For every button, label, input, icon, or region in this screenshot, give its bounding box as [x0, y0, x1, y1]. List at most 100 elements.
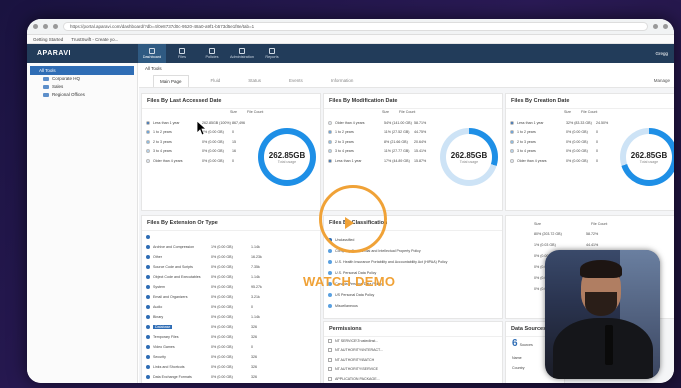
legend-row[interactable]: 2 to 3 years 0% (0.00 GB) 0: [510, 137, 620, 147]
presenter-body: [553, 318, 653, 379]
tab-events[interactable]: Events: [283, 75, 309, 86]
manage-button[interactable]: Manage: [654, 78, 674, 83]
permission-row[interactable]: APPLICATION PACKAGE...: [328, 374, 383, 383]
breadcrumb[interactable]: All Tools: [139, 63, 674, 74]
legend-label: Older than 4 years: [335, 120, 365, 125]
extension-row[interactable]: [146, 232, 271, 242]
permission-row[interactable]: NT SERVICE\TrustedInst...: [328, 336, 383, 346]
permission-row[interactable]: NT AUTHORITY\BATCH: [328, 355, 383, 365]
tab-status[interactable]: Status: [242, 75, 267, 86]
extension-row[interactable]: Video Games 0% (0.00 GB) 0: [146, 342, 271, 352]
extension-row[interactable]: Database 0% (0.00 GB) 326: [146, 322, 271, 332]
bookmark-item[interactable]: TrustSwift - Create yo...: [71, 37, 118, 42]
classification-label: Miscellaneous: [335, 303, 358, 308]
extension-row[interactable]: Source Code and Scripts 0% (0.00 GB) 7.35k: [146, 262, 271, 272]
sidebar-item-sales[interactable]: Sales: [27, 83, 137, 91]
sidebar-root-item[interactable]: All Tools: [30, 66, 134, 75]
donut-chart[interactable]: 262.85GB Total usage: [620, 128, 674, 186]
legend-row[interactable]: 3 to 4 years 11% (27.77 GB) 15.41%: [328, 147, 443, 157]
legend-swatch: [146, 158, 150, 163]
checkbox[interactable]: [328, 348, 332, 353]
source-count-label: Sources: [519, 343, 533, 347]
permission-row[interactable]: NT AUTHORITY\SERVICE: [328, 365, 383, 375]
donut-chart[interactable]: 262.85GB Total usage: [258, 128, 316, 186]
extension-size: 0% (0.00 GB): [211, 365, 233, 369]
extension-size: 0% (0.00 GB): [211, 335, 233, 339]
extension-row[interactable]: Data Exchange Formats 0% (0.00 GB) 326: [146, 372, 271, 382]
classification-row[interactable]: Miscellaneous: [328, 300, 447, 311]
extension-name-cell: Video Games: [146, 345, 211, 349]
sidebar-item-corporate-hq[interactable]: Corporate HQ: [27, 75, 137, 83]
extension-size: 0% (0.00 GB): [211, 265, 233, 269]
col-count: File Count: [581, 110, 598, 114]
legend-row[interactable]: 3 to 4 years 0% (0.00 GB) 16: [146, 147, 261, 157]
extension-row[interactable]: Archive and Compression 1% (0.00 GB) 1.14k: [146, 242, 271, 252]
legend-row[interactable]: 1 to 2 years 0% (0.00 GB) 0: [510, 128, 620, 138]
bookmark-item[interactable]: Getting Started: [33, 37, 63, 42]
reload-icon[interactable]: [53, 24, 58, 29]
extension-row[interactable]: Security 0% (0.00 GB) 326: [146, 352, 271, 362]
panel-title: Files By Modification Date: [324, 94, 502, 109]
checkbox[interactable]: [328, 357, 332, 362]
extensions-icon[interactable]: [653, 24, 658, 29]
extension-row[interactable]: Temporary Files 0% (0.00 GB) 326: [146, 332, 271, 342]
folder-icon: [43, 85, 49, 89]
back-icon[interactable]: [33, 24, 38, 29]
folder-icon: [43, 93, 49, 97]
legend-row[interactable]: Less than 1 year 32% (83.33 GB) 24.50%: [510, 118, 620, 128]
legend-row[interactable]: 2 to 3 years 8% (21.66 GB) 20.64%: [328, 137, 443, 147]
extension-swatch: [146, 335, 150, 339]
extension-row[interactable]: Object Code and Executables 0% (0.00 GB) 1…: [146, 272, 271, 282]
nav-item-administration[interactable]: Administration: [228, 44, 256, 63]
classification-row[interactable]: US Personal Data Policy: [328, 289, 447, 300]
menu-icon[interactable]: [663, 24, 668, 29]
extension-row[interactable]: Audio 0% (0.00 GB) 0: [146, 302, 271, 312]
nav-item-reports[interactable]: Reports: [258, 44, 286, 63]
files-icon: [179, 48, 185, 54]
sidebar-item-regional-offices[interactable]: Regional Offices: [27, 91, 137, 99]
classification-swatch: [328, 292, 332, 297]
checkbox[interactable]: [328, 376, 332, 381]
legend-swatch: [146, 120, 150, 125]
tab-information[interactable]: Information: [325, 75, 360, 86]
address-bar[interactable]: https://portal.aparavi.com/dashboard/?db…: [63, 22, 648, 31]
donut-chart[interactable]: 262.85GB Total usage: [440, 128, 498, 186]
legend-row[interactable]: 2 to 3 years 0% (0.00 GB) 15: [146, 137, 261, 147]
watch-demo-label[interactable]: WATCH DEMO: [303, 274, 395, 289]
play-icon[interactable]: [345, 217, 354, 229]
extension-row[interactable]: Links and Shortcuts 0% (0.00 GB) 326: [146, 362, 271, 372]
tab-fluid[interactable]: Fluid: [205, 75, 227, 86]
legend-size: 8% (21.66 GB): [384, 139, 408, 144]
extension-row[interactable]: Binary 0% (0.00 GB) 1.14k: [146, 312, 271, 322]
checkbox[interactable]: [328, 367, 332, 372]
presenter-hair: [580, 260, 622, 278]
legend-swatch: [510, 130, 514, 135]
nav-item-files[interactable]: Files: [168, 44, 196, 63]
extension-row[interactable]: Email and Organizers 0% (0.00 GB) 3.21k: [146, 292, 271, 302]
extension-name-cell: Email and Organizers: [146, 295, 211, 299]
nav-item-dashboard[interactable]: Dashboard: [138, 44, 166, 63]
extension-row[interactable]: Other 0% (0.00 GB) 16.23k: [146, 252, 271, 262]
legend-row[interactable]: Less than 1 year 17% (44.89 GB) 15.87%: [328, 156, 443, 166]
sidebar-item-label: Regional Offices: [52, 92, 85, 97]
nav-item-policies[interactable]: Policies: [198, 44, 226, 63]
extension-name: Email and Organizers: [153, 295, 188, 299]
forward-icon[interactable]: [43, 24, 48, 29]
column-headers: Size File Count: [564, 110, 597, 114]
extension-name-cell: System: [146, 285, 211, 289]
legend-row[interactable]: 3 to 4 years 0% (0.00 GB) 0: [510, 147, 620, 157]
extension-name-cell: Source Code and Scripts: [146, 265, 211, 269]
aparavi-logo[interactable]: APARAVI: [27, 50, 132, 57]
classification-row[interactable]: U.S. Health Insurance Portability and Ac…: [328, 256, 447, 267]
legend-row[interactable]: 1 to 2 years 11% (27.52 GB) 44.75%: [328, 128, 443, 138]
tab-main-page[interactable]: Main Page: [153, 74, 189, 87]
col-count: File Count: [591, 222, 608, 226]
checkbox[interactable]: [328, 338, 332, 343]
legend-row[interactable]: Older than 4 years 54% (141.00 GB) 58.71%: [328, 118, 443, 128]
legend-row[interactable]: Older than 4 years 0% (0.00 GB) 0: [146, 156, 261, 166]
user-name[interactable]: Gregg: [655, 51, 674, 56]
legend-row[interactable]: Older than 4 years 0% (0.00 GB) 0: [510, 156, 620, 166]
permission-row[interactable]: NT AUTHORITY\INTERACT...: [328, 346, 383, 356]
extension-row[interactable]: System 0% (0.00 GB) 95.27k: [146, 282, 271, 292]
extension-name: Source Code and Scripts: [153, 265, 193, 269]
